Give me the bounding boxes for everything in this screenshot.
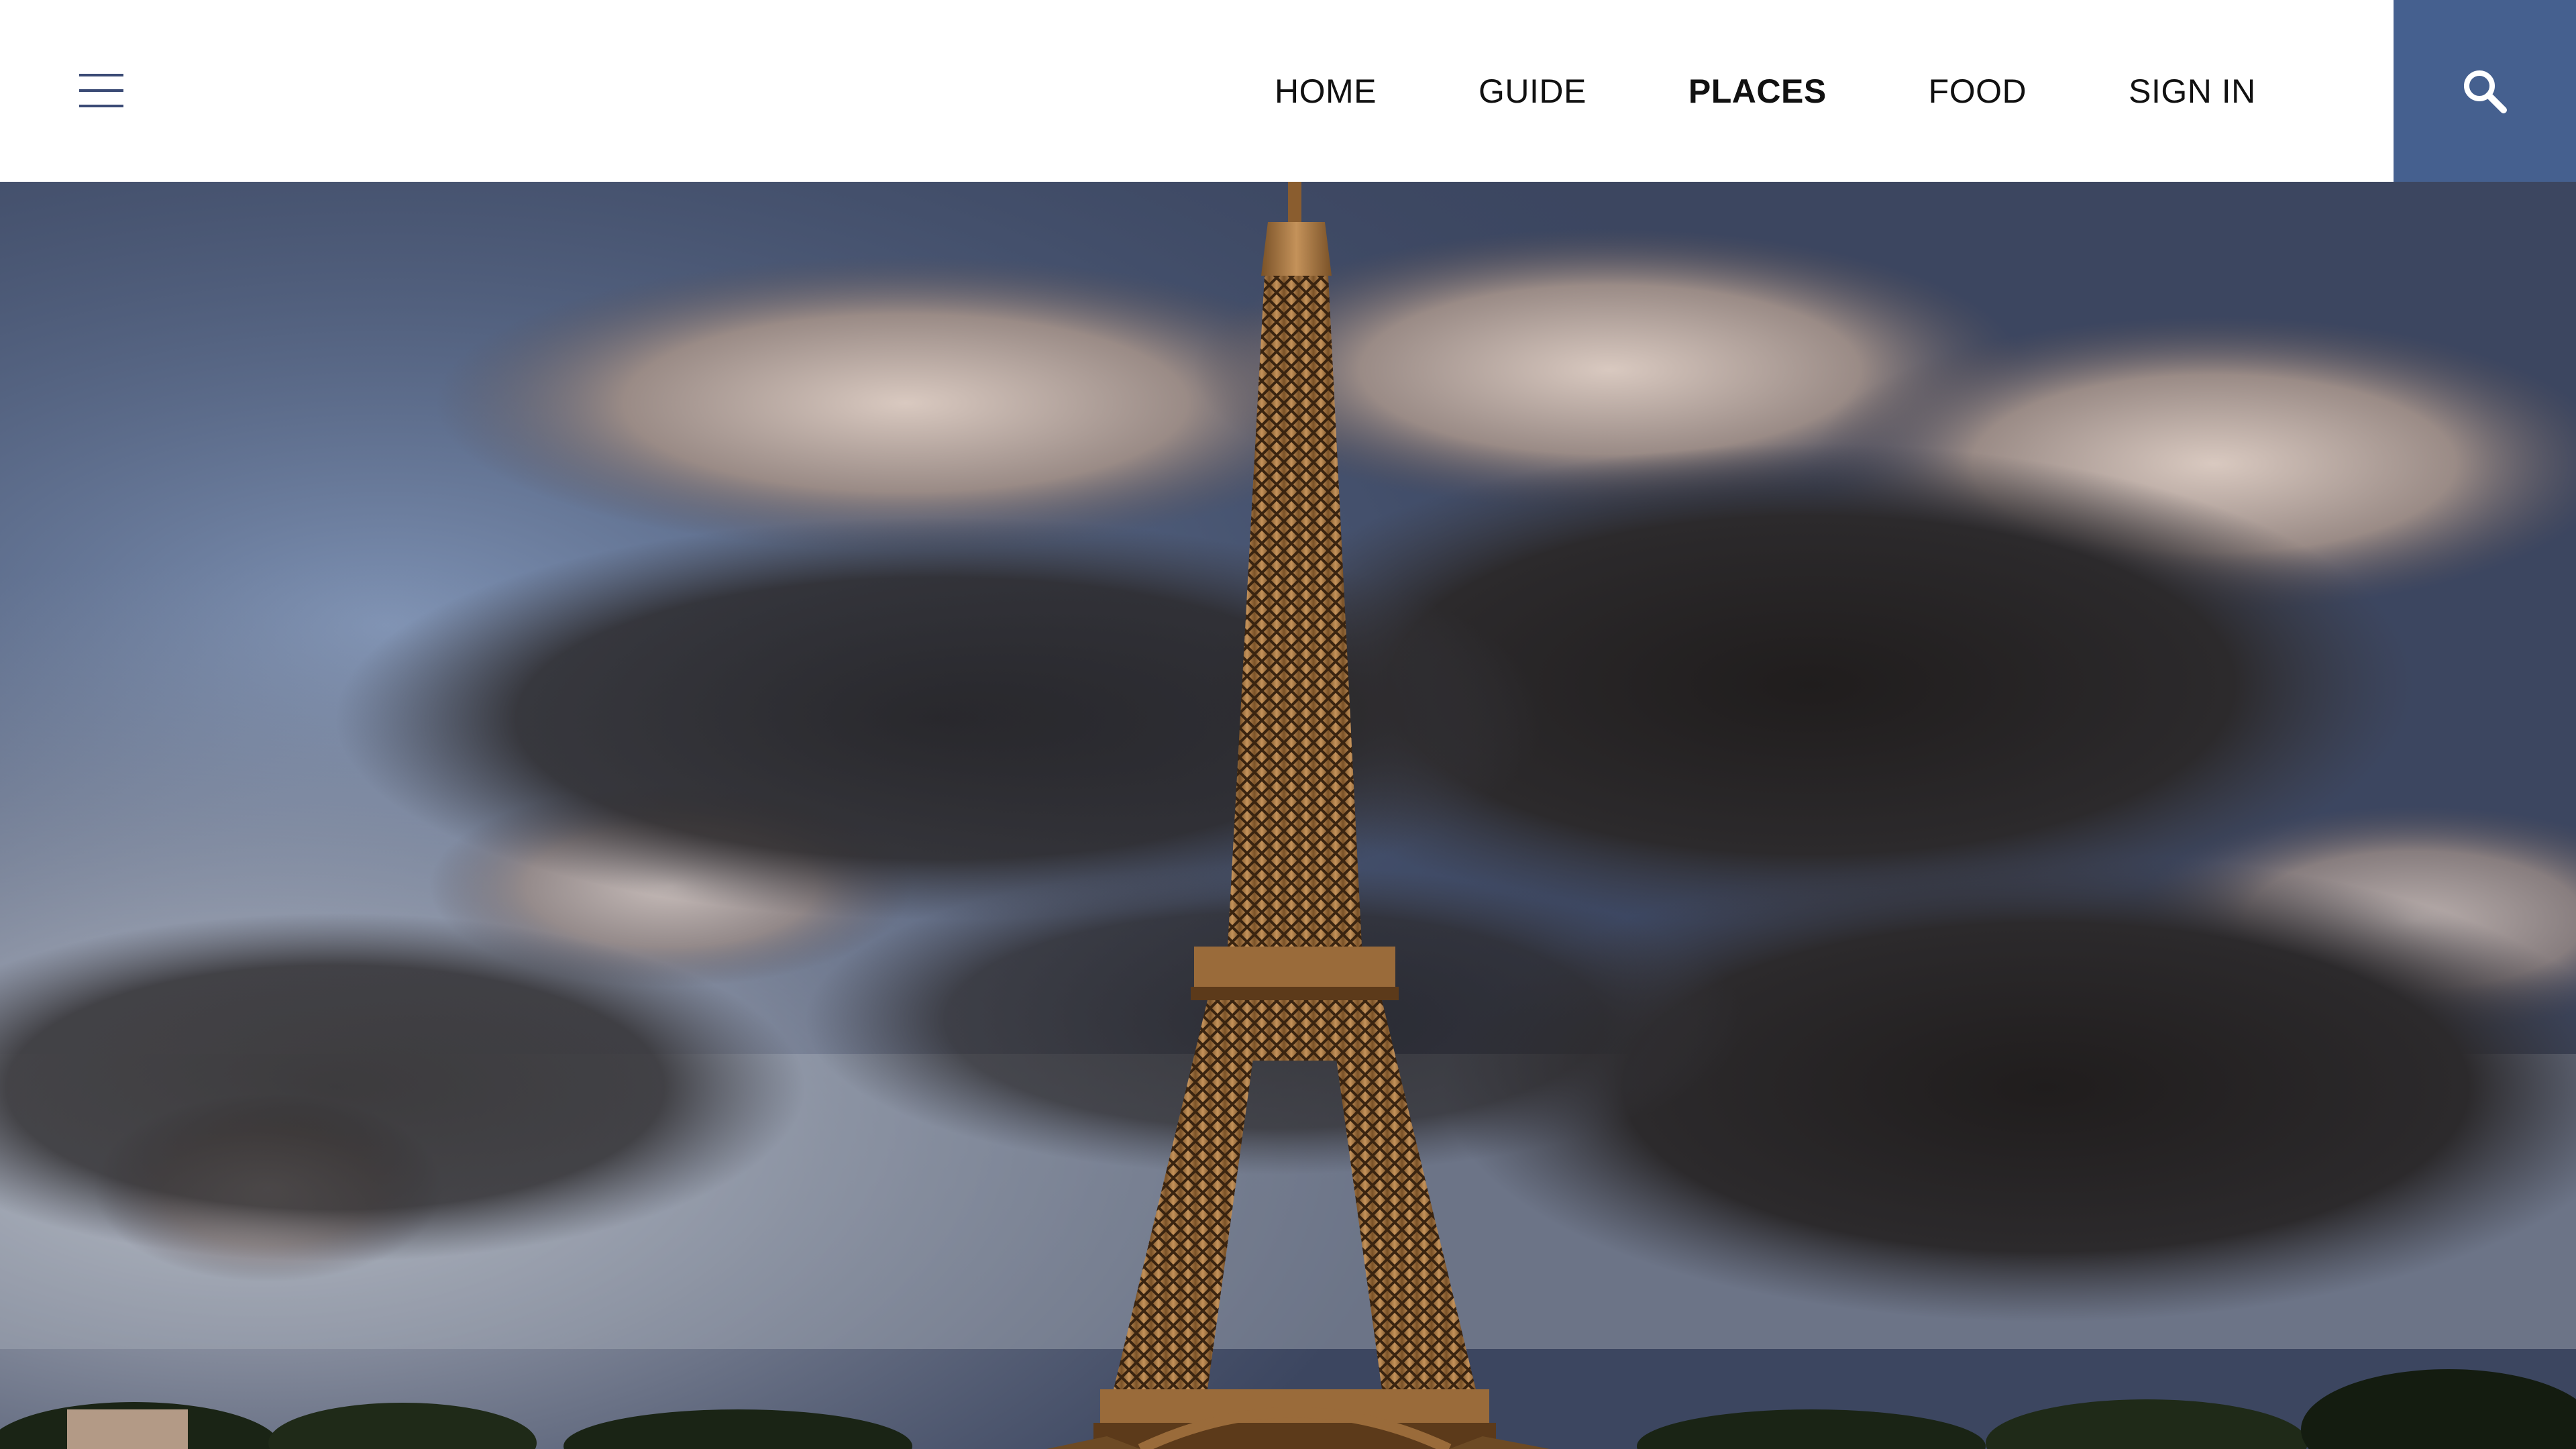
nav-home[interactable]: HOME — [1275, 72, 1377, 111]
nav-sign-in[interactable]: SIGN IN — [2129, 72, 2256, 111]
site-header: HOME GUIDE PLACES FOOD SIGN IN — [0, 0, 2576, 182]
hero-image — [0, 182, 2576, 1449]
hamburger-menu-icon[interactable] — [79, 74, 123, 107]
main-nav: HOME GUIDE PLACES FOOD SIGN IN — [1275, 0, 2256, 182]
nav-guide[interactable]: GUIDE — [1479, 72, 1587, 111]
menu-line — [79, 89, 123, 92]
nav-places[interactable]: PLACES — [1688, 72, 1827, 111]
search-icon — [2464, 70, 2507, 113]
eiffel-tower-photo — [0, 182, 2576, 1449]
search-button[interactable] — [2394, 0, 2576, 182]
nav-food[interactable]: FOOD — [1929, 72, 2027, 111]
menu-line — [79, 105, 123, 107]
menu-line — [79, 74, 123, 76]
